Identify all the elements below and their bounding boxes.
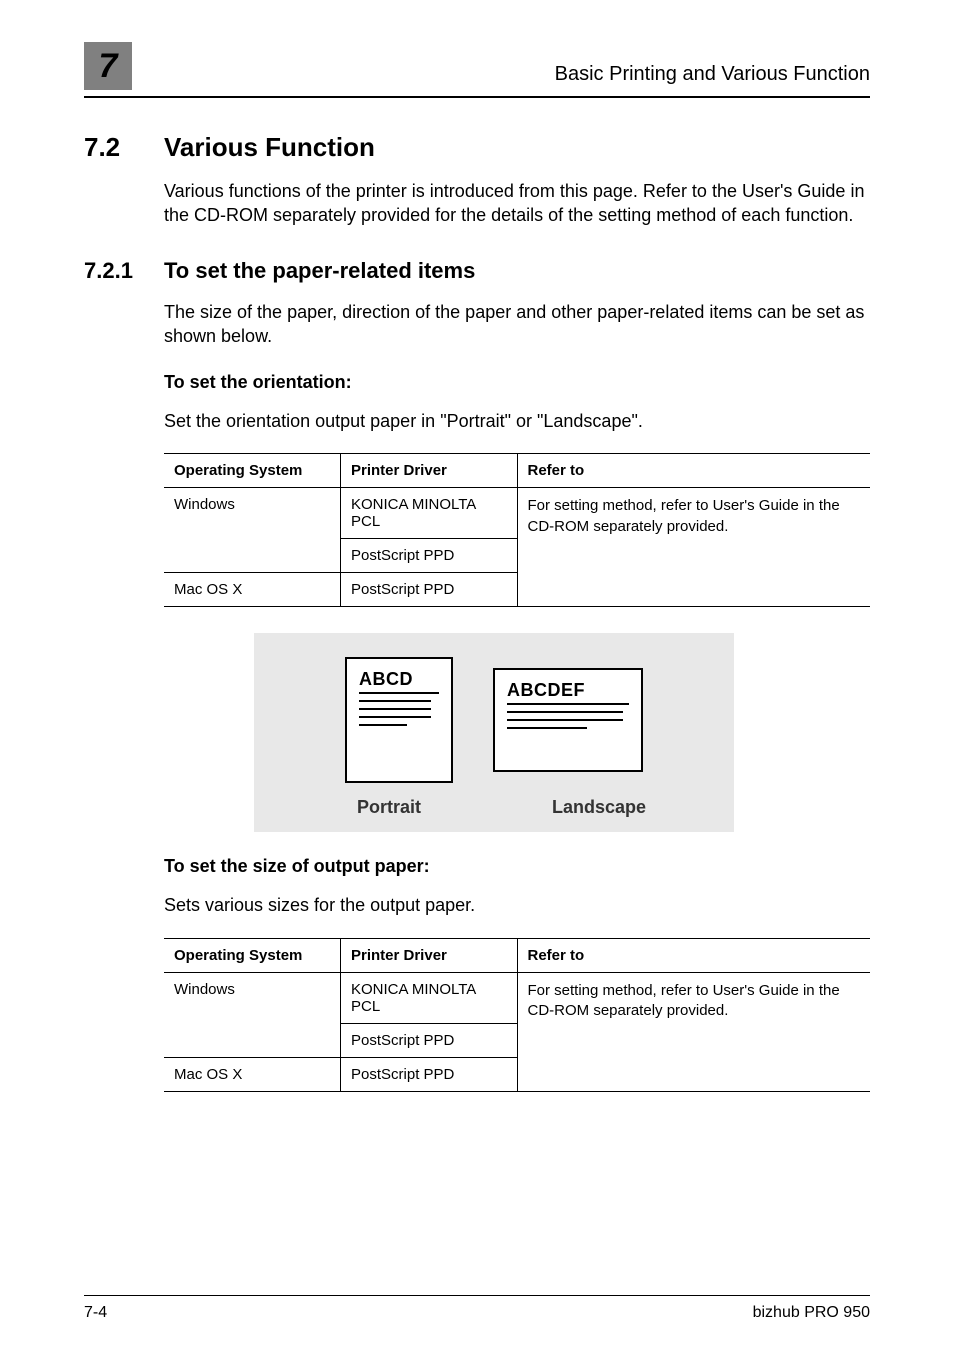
text-line-icon xyxy=(507,711,623,713)
cell-driver: PostScript PPD xyxy=(341,1023,518,1057)
orientation-table: Operating System Printer Driver Refer to… xyxy=(164,453,870,607)
cell-text: Windows xyxy=(174,981,235,998)
output-paper-table: Operating System Printer Driver Refer to… xyxy=(164,938,870,1092)
text-line-icon xyxy=(359,700,431,702)
cell-refer: For setting method, refer to User's Guid… xyxy=(517,488,870,607)
page-header: 7 Basic Printing and Various Function xyxy=(84,42,870,98)
text-line-icon xyxy=(507,727,587,729)
text-line-icon xyxy=(359,716,431,718)
landscape-label: ABCDEF xyxy=(507,680,629,705)
orientation-diagram: ABCD ABCDEF Portrait Landscape xyxy=(254,633,734,832)
portrait-caption: Portrait xyxy=(319,797,459,818)
chapter-number: 7 xyxy=(99,47,118,86)
cell-text: Windows xyxy=(174,496,235,513)
table-row: Windows KONICA MINOLTA PCL For setting m… xyxy=(164,488,870,539)
section-intro: Various functions of the printer is intr… xyxy=(164,179,870,228)
footer-rule xyxy=(84,1295,870,1296)
portrait-page-icon: ABCD xyxy=(345,657,453,783)
col-refer: Refer to xyxy=(517,454,870,488)
cell-text: For setting method, refer to User's Guid… xyxy=(528,982,840,1019)
text-line-icon xyxy=(359,724,407,726)
section-title: Various Function xyxy=(164,132,375,163)
col-driver: Printer Driver xyxy=(341,454,518,488)
page-number: 7-4 xyxy=(84,1304,107,1322)
text-line-icon xyxy=(507,719,623,721)
section-number: 7.2 xyxy=(84,132,164,163)
landscape-caption: Landscape xyxy=(529,797,669,818)
cell-driver: KONICA MINOLTA PCL xyxy=(341,972,518,1023)
product-name: bizhub PRO 950 xyxy=(753,1304,870,1322)
header-title: Basic Printing and Various Function xyxy=(555,63,870,90)
cell-os: Mac OS X xyxy=(164,573,341,607)
subsection-intro: The size of the paper, direction of the … xyxy=(164,300,870,349)
cell-driver: KONICA MINOLTA PCL xyxy=(341,488,518,539)
cell-driver: PostScript PPD xyxy=(341,573,518,607)
subsection-title: To set the paper-related items xyxy=(164,258,475,284)
portrait-label: ABCD xyxy=(359,669,439,694)
orientation-heading: To set the orientation: xyxy=(164,372,870,393)
cell-driver: PostScript PPD xyxy=(341,539,518,573)
table-row: Windows KONICA MINOLTA PCL For setting m… xyxy=(164,972,870,1023)
cell-os: Mac OS X xyxy=(164,1057,341,1091)
orientation-text: Set the orientation output paper in "Por… xyxy=(164,409,870,433)
chapter-number-box: 7 xyxy=(84,42,132,90)
page: 7 Basic Printing and Various Function 7.… xyxy=(0,0,954,1352)
table-header-row: Operating System Printer Driver Refer to xyxy=(164,454,870,488)
landscape-page-icon: ABCDEF xyxy=(493,668,643,772)
table-header-row: Operating System Printer Driver Refer to xyxy=(164,938,870,972)
col-driver: Printer Driver xyxy=(341,938,518,972)
output-paper-heading: To set the size of output paper: xyxy=(164,856,870,877)
cell-os: Windows xyxy=(164,972,341,1057)
subsection-heading: 7.2.1 To set the paper-related items xyxy=(84,258,870,284)
cell-driver: PostScript PPD xyxy=(341,1057,518,1091)
col-os: Operating System xyxy=(164,454,341,488)
cell-os: Windows xyxy=(164,488,341,573)
section-heading: 7.2 Various Function xyxy=(84,132,870,163)
diagram-row: ABCD ABCDEF xyxy=(345,657,643,783)
col-os: Operating System xyxy=(164,938,341,972)
page-footer: 7-4 bizhub PRO 950 xyxy=(84,1304,870,1322)
subsection-number: 7.2.1 xyxy=(84,258,164,284)
output-paper-text: Sets various sizes for the output paper. xyxy=(164,893,870,917)
cell-refer: For setting method, refer to User's Guid… xyxy=(517,972,870,1091)
diagram-caption-row: Portrait Landscape xyxy=(319,797,669,818)
cell-text: For setting method, refer to User's Guid… xyxy=(528,497,840,534)
col-refer: Refer to xyxy=(517,938,870,972)
text-line-icon xyxy=(359,708,431,710)
